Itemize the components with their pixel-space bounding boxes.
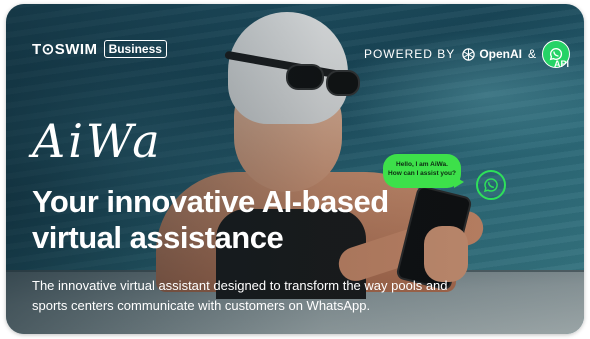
powered-by-label: POWERED BY xyxy=(363,47,456,61)
chat-bubble-tail xyxy=(454,176,464,188)
api-label: API xyxy=(554,59,570,69)
brand-name: T⊙SWIM xyxy=(32,41,98,58)
headline-line-2: virtual assistance xyxy=(32,220,284,255)
brand-badge: Business xyxy=(103,40,167,58)
headline: Your innovative AI-based virtual assista… xyxy=(32,184,402,256)
whatsapp-api-logo: API xyxy=(542,40,570,69)
description: The innovative virtual assistant designe… xyxy=(32,278,448,313)
powered-by: POWERED BY OpenAI & API xyxy=(363,40,570,69)
chat-bubble-line-1: Hello, I am AiWa. xyxy=(396,161,448,168)
chat-bubble: Hello, I am AiWa. How can I assist you? xyxy=(383,154,461,188)
headline-line-1: Your innovative AI-based xyxy=(32,184,389,219)
hero-banner: T⊙SWIM Business POWERED BY OpenAI & API … xyxy=(6,4,584,334)
openai-icon xyxy=(462,47,476,61)
brand-logo: T⊙SWIM Business xyxy=(32,40,167,58)
openai-label: OpenAI xyxy=(479,47,522,61)
whatsapp-icon xyxy=(476,170,506,200)
openai-logo: OpenAI xyxy=(461,47,522,62)
ampersand: & xyxy=(527,47,536,61)
chat-bubble-line-2: How can I assist you? xyxy=(388,170,456,177)
product-name: AiWa xyxy=(32,114,163,168)
